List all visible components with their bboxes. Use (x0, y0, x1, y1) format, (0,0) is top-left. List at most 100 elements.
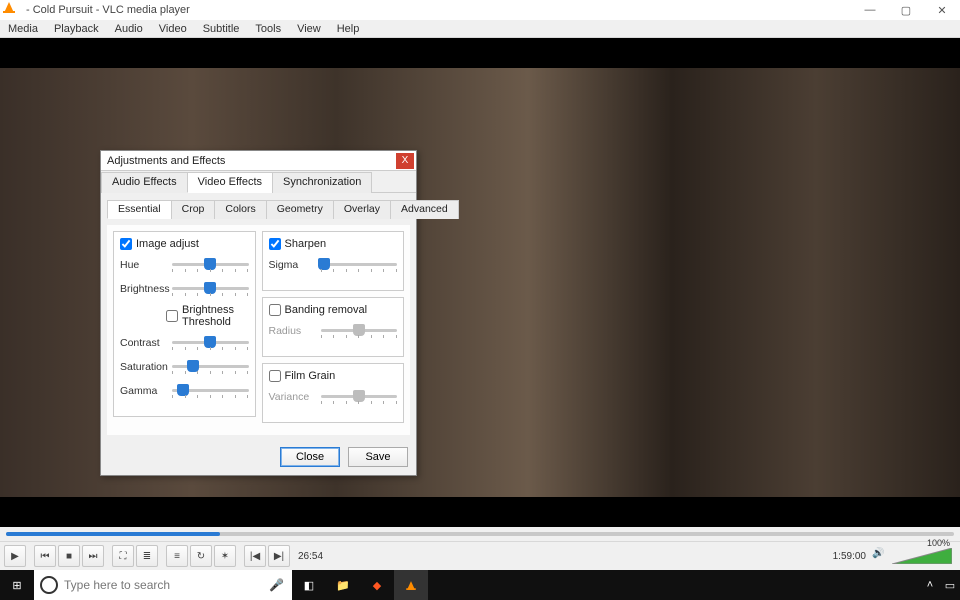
dialog-title: Adjustments and Effects (107, 155, 396, 167)
window-maximize-button[interactable]: ▢ (888, 0, 924, 20)
tray-notifications-icon[interactable]: ▭ (940, 570, 960, 600)
label-hue: Hue (120, 259, 172, 271)
menu-tools[interactable]: Tools (247, 23, 289, 35)
letterbox-bottom (0, 497, 960, 527)
system-tray: ˄ ▭ (920, 570, 960, 600)
total-time: 1:59:00 (833, 551, 866, 562)
checkbox-banding-removal[interactable]: Banding removal (269, 304, 398, 316)
checkbox-banding-removal-label: Banding removal (285, 304, 368, 316)
menu-playback[interactable]: Playback (46, 23, 107, 35)
cortana-circle-icon (40, 576, 58, 594)
checkbox-film-grain-input[interactable] (269, 370, 281, 382)
subtab-overlay[interactable]: Overlay (333, 200, 391, 219)
group-film-grain: Film Grain Variance (262, 363, 405, 423)
window-titlebar: - Cold Pursuit - VLC media player — ▢ ✕ (0, 0, 960, 20)
slider-row-sigma: Sigma (269, 256, 398, 274)
taskbar-app-vlc[interactable] (394, 570, 428, 600)
group-banding-removal: Banding removal Radius (262, 297, 405, 357)
close-button[interactable]: Close (280, 447, 340, 467)
slider-contrast[interactable] (172, 334, 249, 352)
dialog-titlebar[interactable]: Adjustments and Effects X (101, 151, 416, 171)
slider-sigma[interactable] (321, 256, 398, 274)
skip-back-button[interactable]: ⏮ (34, 545, 56, 567)
fullscreen-button[interactable]: ⛶ (112, 545, 134, 567)
tab-synchronization[interactable]: Synchronization (272, 172, 372, 193)
volume-slider[interactable]: 100% (892, 548, 952, 564)
video-area[interactable]: Adjustments and Effects X Audio Effects … (0, 38, 960, 527)
adjustments-effects-dialog: Adjustments and Effects X Audio Effects … (100, 150, 417, 476)
slider-row-hue: Hue (120, 256, 249, 274)
checkbox-brightness-threshold-label: Brightness Threshold (182, 304, 249, 328)
task-view-button[interactable]: ◧ (292, 570, 326, 600)
menu-media[interactable]: Media (0, 23, 46, 35)
taskbar-search-placeholder: Type here to search (64, 578, 170, 592)
label-radius: Radius (269, 325, 321, 337)
label-saturation: Saturation (120, 361, 172, 373)
checkbox-film-grain-label: Film Grain (285, 370, 336, 382)
shuffle-button[interactable]: ✶ (214, 545, 236, 567)
tab-audio-effects[interactable]: Audio Effects (101, 172, 188, 193)
tray-chevron-up-icon[interactable]: ˄ (920, 570, 940, 600)
loop-button[interactable]: ↻ (190, 545, 212, 567)
skip-forward-button[interactable]: ⏭ (82, 545, 104, 567)
start-button[interactable]: ⊞ (0, 570, 34, 600)
checkbox-brightness-threshold[interactable]: Brightness Threshold (166, 304, 249, 328)
subtab-crop[interactable]: Crop (171, 200, 216, 219)
mic-icon[interactable]: 🎤 (269, 578, 284, 592)
label-contrast: Contrast (120, 337, 172, 349)
dialog-close-button[interactable]: X (396, 153, 414, 169)
menu-video[interactable]: Video (151, 23, 195, 35)
slider-brightness[interactable] (172, 280, 249, 298)
slider-saturation[interactable] (172, 358, 249, 376)
slider-hue[interactable] (172, 256, 249, 274)
play-button[interactable]: ▶ (4, 545, 26, 567)
checkbox-banding-removal-input[interactable] (269, 304, 281, 316)
stop-button[interactable]: ■ (58, 545, 80, 567)
seek-bar[interactable] (0, 527, 960, 541)
tabs-outer: Audio Effects Video Effects Synchronizat… (101, 171, 416, 193)
group-image-adjust: Image adjust Hue Brightness (113, 231, 256, 417)
slider-radius (321, 322, 398, 340)
checkbox-sharpen[interactable]: Sharpen (269, 238, 398, 250)
volume-icon[interactable]: 🔊 (872, 548, 888, 564)
slider-gamma[interactable] (172, 382, 249, 400)
tab-video-effects[interactable]: Video Effects (187, 172, 273, 193)
subtab-colors[interactable]: Colors (214, 200, 266, 219)
seek-fill (6, 532, 220, 536)
taskbar-search[interactable]: Type here to search 🎤 (34, 570, 292, 600)
save-button[interactable]: Save (348, 447, 408, 467)
subtab-essential[interactable]: Essential (107, 200, 172, 219)
essential-panel: Image adjust Hue Brightness (107, 225, 410, 435)
menu-subtitle[interactable]: Subtitle (195, 23, 248, 35)
frame-back-button[interactable]: |◀ (244, 545, 266, 567)
checkbox-brightness-threshold-input[interactable] (166, 310, 178, 322)
dialog-button-row: Close Save (101, 441, 416, 475)
window-close-button[interactable]: ✕ (924, 0, 960, 20)
checkbox-image-adjust[interactable]: Image adjust (120, 238, 249, 250)
taskbar-app-explorer[interactable]: 📁 (326, 570, 360, 600)
current-time: 26:54 (298, 551, 323, 562)
label-brightness: Brightness (120, 283, 172, 295)
windows-taskbar: ⊞ Type here to search 🎤 ◧ 📁 ◆ ˄ ▭ (0, 570, 960, 600)
taskbar-app-brave[interactable]: ◆ (360, 570, 394, 600)
menu-help[interactable]: Help (329, 23, 368, 35)
slider-row-gamma: Gamma (120, 382, 249, 400)
playback-controls: ▶ ⏮ ■ ⏭ ⛶ ≣ ≡ ↻ ✶ |◀ ▶| 26:54 1:59:00 🔊 … (0, 541, 960, 570)
subtab-advanced[interactable]: Advanced (390, 200, 459, 219)
subtab-geometry[interactable]: Geometry (266, 200, 334, 219)
volume-percent: 100% (927, 538, 950, 548)
menu-view[interactable]: View (289, 23, 329, 35)
checkbox-image-adjust-label: Image adjust (136, 238, 199, 250)
frame-forward-button[interactable]: ▶| (268, 545, 290, 567)
label-variance: Variance (269, 391, 321, 403)
tabs-inner: Essential Crop Colors Geometry Overlay A… (107, 199, 410, 219)
window-minimize-button[interactable]: — (852, 0, 888, 20)
slider-variance (321, 388, 398, 406)
playlist-button[interactable]: ≡ (166, 545, 188, 567)
menu-audio[interactable]: Audio (107, 23, 151, 35)
checkbox-film-grain[interactable]: Film Grain (269, 370, 398, 382)
extended-settings-button[interactable]: ≣ (136, 545, 158, 567)
checkbox-image-adjust-input[interactable] (120, 238, 132, 250)
checkbox-sharpen-input[interactable] (269, 238, 281, 250)
slider-row-saturation: Saturation (120, 358, 249, 376)
